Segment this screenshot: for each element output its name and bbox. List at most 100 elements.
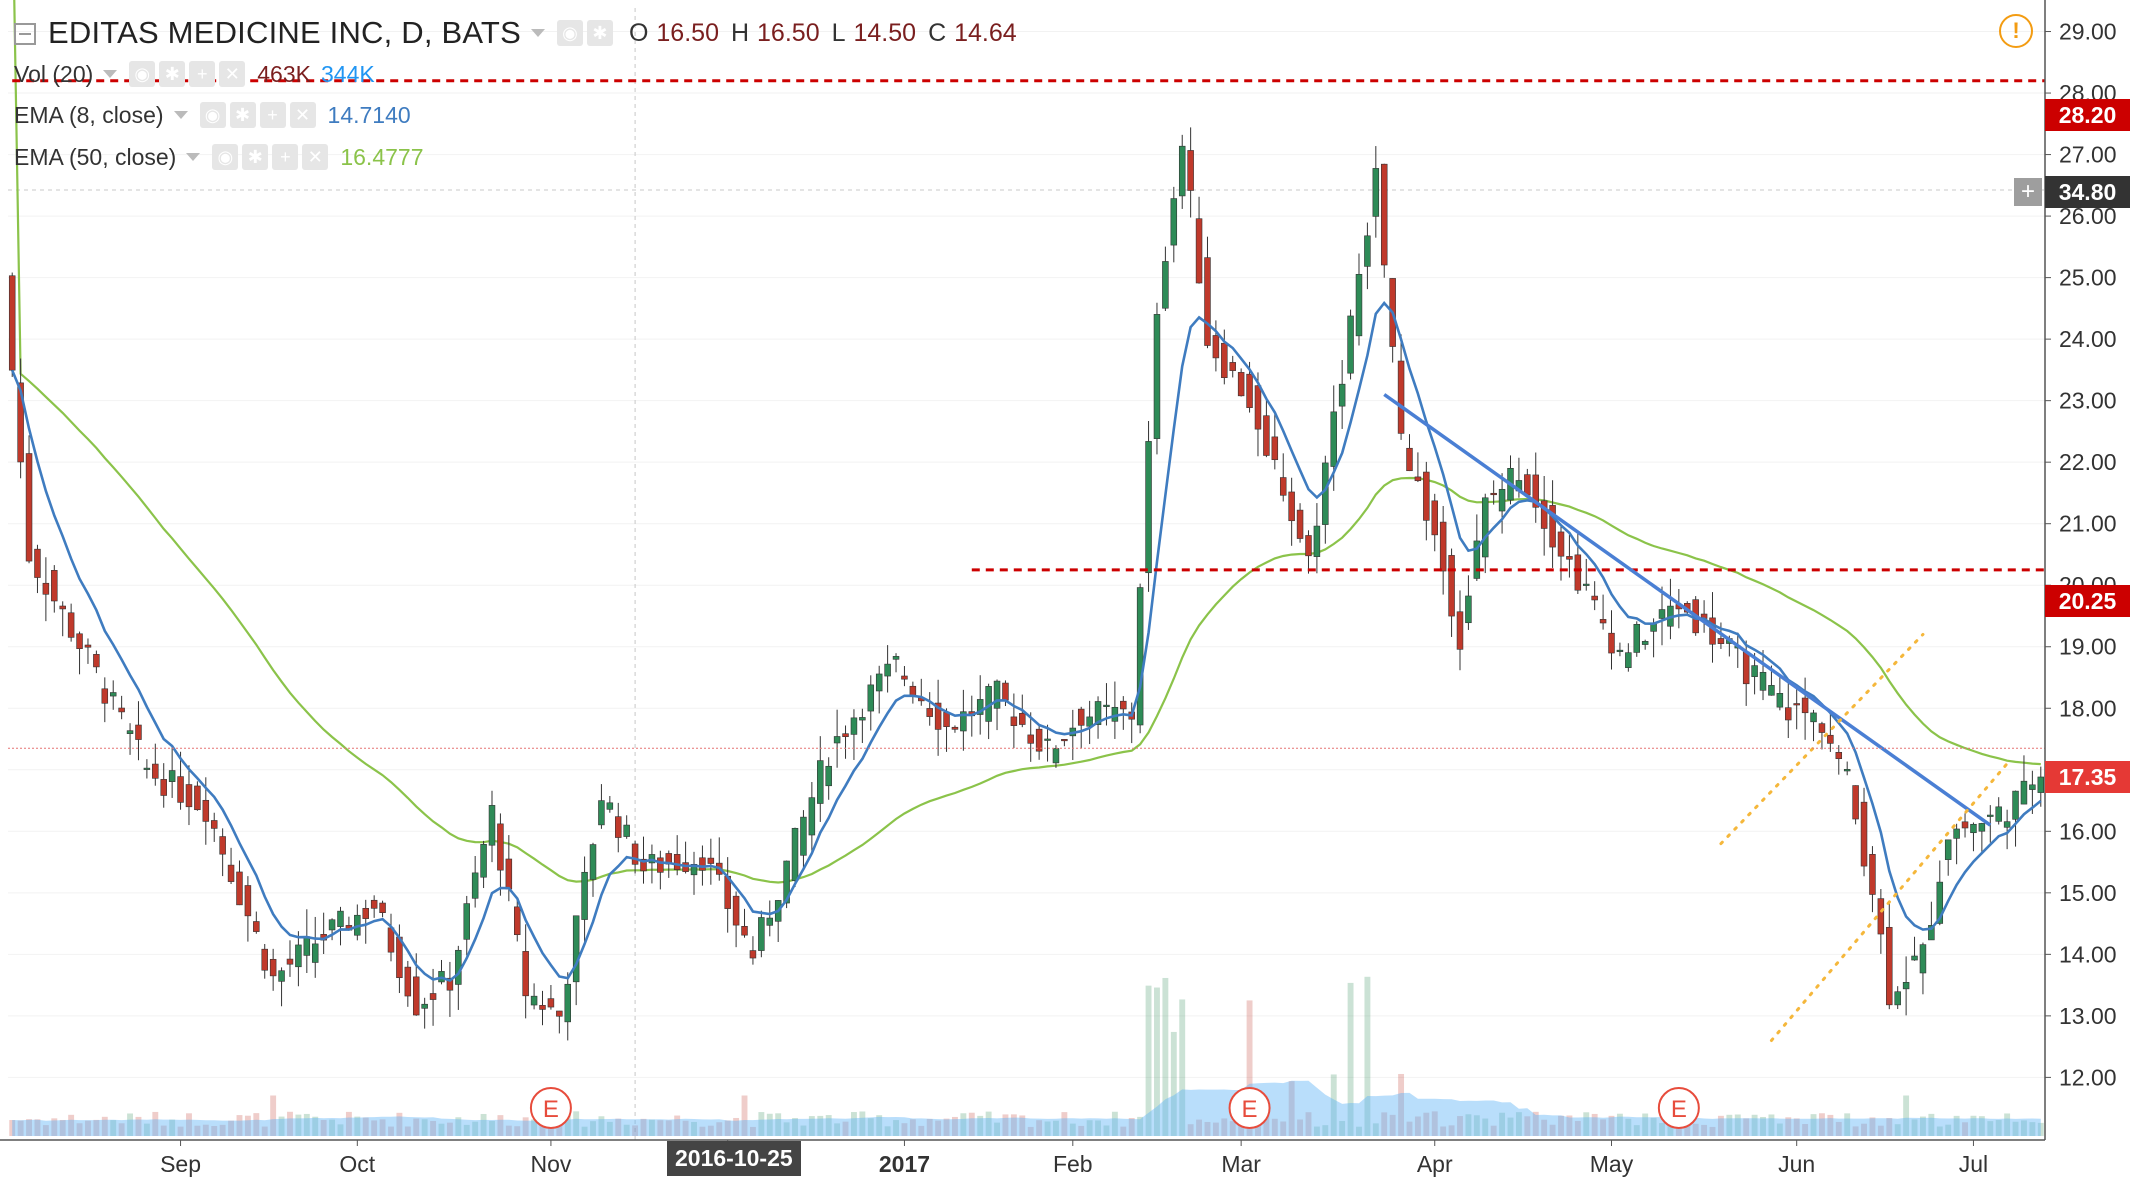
- candle-body: [1086, 716, 1093, 727]
- candle-body: [926, 708, 933, 717]
- candle: [589, 842, 597, 897]
- eye-icon[interactable]: ◉: [199, 102, 226, 128]
- candle-body: [732, 895, 740, 926]
- chevron-down-icon[interactable]: [186, 153, 201, 161]
- candle: [1279, 453, 1287, 502]
- gear-icon[interactable]: ✱: [229, 102, 256, 128]
- candle-body: [1061, 738, 1068, 742]
- candle-body: [2029, 784, 2036, 790]
- price-chart[interactable]: EEE 12.0013.0014.0015.0016.0017.0018.001…: [0, 0, 2130, 1182]
- candle: [581, 856, 588, 945]
- candle: [93, 650, 100, 674]
- chevron-down-icon[interactable]: [173, 111, 188, 119]
- candle: [455, 945, 462, 1010]
- ema-50-path: [13, 0, 2041, 884]
- gear-icon[interactable]: ✱: [159, 61, 186, 87]
- candle-body: [387, 927, 395, 953]
- close-icon[interactable]: ✕: [289, 102, 316, 128]
- candle-body: [657, 857, 664, 873]
- candle-body: [1153, 314, 1161, 439]
- candle-body: [791, 827, 799, 882]
- candle-body: [850, 717, 858, 735]
- candle: [2012, 790, 2019, 847]
- candle-body: [1919, 944, 1927, 974]
- candle: [135, 701, 142, 761]
- collapse-icon[interactable]: [14, 23, 36, 45]
- candle-body: [1221, 342, 1228, 378]
- candle: [1204, 236, 1211, 349]
- candle: [210, 812, 218, 842]
- candle-body: [875, 673, 883, 692]
- eye-icon[interactable]: ◉: [556, 20, 583, 46]
- ema8-legend: EMA (8, close) ◉ ✱ + ✕ 14.7140: [14, 98, 411, 132]
- candle: [1608, 610, 1615, 670]
- gear-icon[interactable]: ✱: [586, 20, 613, 46]
- candle: [1195, 196, 1203, 284]
- candle: [488, 790, 496, 863]
- candle: [960, 689, 967, 751]
- candle-body: [1616, 649, 1624, 652]
- y-tick-label: 15.00: [2059, 880, 2117, 906]
- warning-icon[interactable]: !: [1999, 14, 2033, 48]
- candle-body: [623, 824, 630, 837]
- candle-body: [1136, 587, 1144, 726]
- plus-icon[interactable]: +: [272, 144, 299, 170]
- candlestick-series: [8, 127, 2045, 1041]
- candle: [1540, 476, 1548, 556]
- symbol-header: EDITAS MEDICINE INC, D, BATS ◉ ✱ O 16.50 …: [14, 15, 1017, 50]
- plus-icon[interactable]: +: [2014, 178, 2042, 206]
- candle: [918, 678, 925, 706]
- candle-body: [1162, 261, 1169, 309]
- candle: [1271, 411, 1279, 470]
- candle-body: [1818, 723, 1826, 733]
- candle: [1852, 785, 1859, 825]
- candle: [76, 631, 83, 675]
- candle-body: [177, 776, 184, 803]
- candle: [673, 835, 681, 876]
- candle: [59, 601, 66, 637]
- close-icon[interactable]: ✕: [302, 144, 329, 170]
- support-price-tag: 20.25: [2045, 585, 2130, 617]
- volume-value: 463K: [257, 60, 311, 87]
- candle-body: [1431, 500, 1438, 536]
- candle-body: [1170, 198, 1178, 246]
- eye-icon[interactable]: ◉: [129, 61, 156, 87]
- candle-body: [202, 799, 210, 822]
- candle-body: [295, 944, 302, 968]
- x-tick-label: Jul: [1959, 1151, 1988, 1177]
- candle-body: [429, 993, 437, 1000]
- candle-body: [488, 805, 496, 846]
- close-icon[interactable]: ✕: [219, 61, 246, 87]
- candle: [1902, 956, 1910, 1016]
- y-tick-label: 29.00: [2059, 19, 2117, 45]
- candle-body: [194, 785, 201, 811]
- candle-body: [1978, 823, 1986, 832]
- candle: [1431, 493, 1438, 552]
- candle-body: [118, 707, 125, 713]
- candle: [1970, 822, 1977, 852]
- candle: [2037, 766, 2045, 807]
- candle-body: [817, 760, 824, 804]
- candle: [1162, 246, 1169, 311]
- candle-body: [1347, 315, 1354, 374]
- candle-body: [598, 800, 605, 826]
- candle-body: [825, 765, 832, 787]
- plus-icon[interactable]: +: [259, 102, 286, 128]
- candle-body: [1237, 372, 1245, 397]
- plus-icon[interactable]: +: [189, 61, 216, 87]
- eye-icon[interactable]: ◉: [212, 144, 239, 170]
- gear-icon[interactable]: ✱: [242, 144, 269, 170]
- candle-body: [1423, 471, 1430, 521]
- candle: [724, 857, 731, 933]
- candle: [1439, 505, 1447, 595]
- candle-body: [2037, 776, 2045, 793]
- candle: [1077, 706, 1085, 749]
- candle-body: [1902, 982, 1910, 990]
- chevron-down-icon[interactable]: [103, 70, 118, 78]
- chevron-down-icon[interactable]: [530, 29, 545, 37]
- candle: [657, 850, 664, 890]
- candle-body: [126, 730, 134, 734]
- candle: [1869, 846, 1876, 913]
- volume-ma-value: 344K: [320, 60, 375, 87]
- candle-body: [135, 724, 142, 740]
